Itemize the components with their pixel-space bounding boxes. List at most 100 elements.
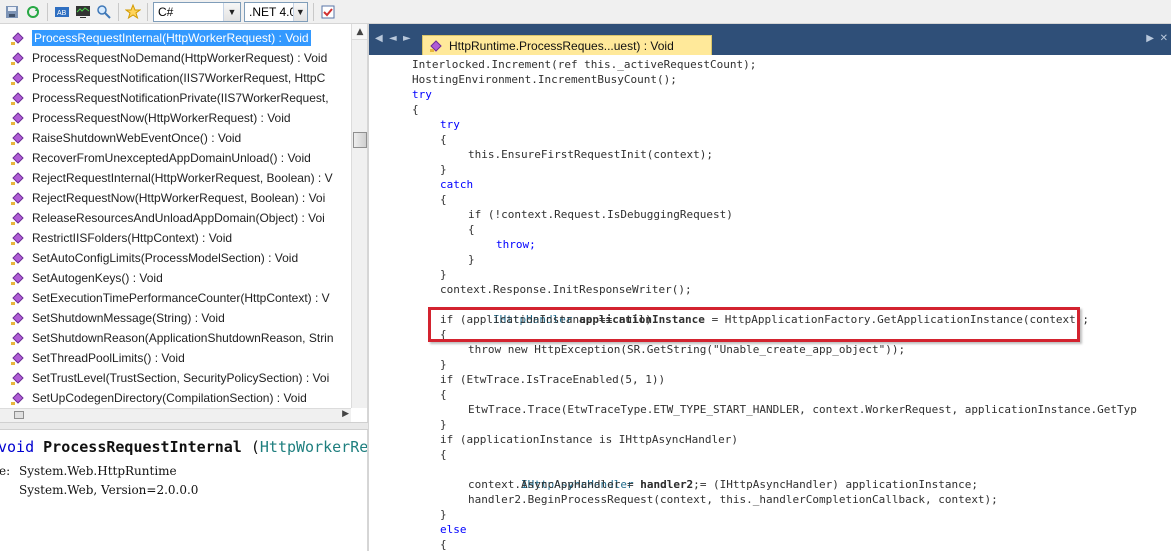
method-icon [11,192,24,205]
tree-item-label: RecoverFromUnexceptedAppDomainUnload() :… [32,151,311,165]
tree-item-label: RaiseShutdownWebEventOnce() : Void [32,131,242,145]
language-select-value: C# [158,4,174,19]
chevron-down-icon[interactable]: ▼ [223,2,240,21]
back-arrow-icon[interactable]: ◄ [389,33,397,44]
forward-arrow-icon[interactable]: ► [403,33,411,44]
member-tree-panel: ProcessRequestInternal(HttpWorkerRequest… [0,24,368,422]
code-line: { [440,538,447,551]
search-icon[interactable] [95,3,113,21]
tree-item[interactable]: ProcessRequestNotificationPrivate(IIS7Wo… [0,88,351,108]
tree-item[interactable]: SetThreadPoolLimits() : Void [0,348,351,368]
code-line: if (applicationInstance is IHttpAsyncHan… [440,433,739,446]
code-line: } [440,163,447,176]
code-line: throw; [496,238,536,251]
parameter-type: HttpWorkerRe [259,438,368,456]
tree-item-label: ProcessRequestNotificationPrivate(IIS7Wo… [32,91,329,105]
tree-item-label: ProcessRequestNotification(IIS7WorkerReq… [32,71,326,85]
tree-item[interactable]: ProcessRequestNoDemand(HttpWorkerRequest… [0,48,351,68]
scroll-thumb[interactable] [14,411,24,419]
tree-item-label: SetThreadPoolLimits() : Void [32,351,185,365]
member-detail-panel: void ProcessRequestInternal (HttpWorkerR… [0,430,368,551]
code-line: { [440,193,447,206]
method-signature: void ProcessRequestInternal (HttpWorkerR… [0,438,368,456]
method-icon [11,352,24,365]
framework-select[interactable]: .NET 4.0 ▼ [244,1,308,22]
tree-item[interactable]: ProcessRequestNow(HttpWorkerRequest) : V… [0,108,351,128]
code-line: { [440,133,447,146]
tree-item-process-request-internal[interactable]: ProcessRequestInternal(HttpWorkerRequest… [0,28,351,48]
code-line: } [440,358,447,371]
method-icon [11,52,24,65]
method-icon [11,232,24,245]
code-editor-pane: ◀ ◄ ► HttpRuntime.ProcessReques...uest) … [368,24,1171,551]
tree-item-label: ProcessRequestNow(HttpWorkerRequest) : V… [32,111,291,125]
code-line: else [440,523,467,536]
source-code-view[interactable]: Interlocked.Increment(ref this._activeRe… [369,55,1171,551]
declaring-type-label: e: [0,464,11,478]
tree-item[interactable]: SetExecutionTimePerformanceCounter(HttpC… [0,288,351,308]
assembly-value: System.Web, Version=2.0.0.0 [19,483,199,497]
tree-item-label: SetAutoConfigLimits(ProcessModelSection)… [32,251,299,265]
method-icon [11,252,24,265]
code-line: context.Response.InitResponseWriter(); [440,283,692,296]
tree-item-label: RestrictIISFolders(HttpContext) : Void [32,231,233,245]
tree-item[interactable]: ProcessRequestNotification(IIS7WorkerReq… [0,68,351,88]
tree-item[interactable]: RestrictIISFolders(HttpContext) : Void [0,228,351,248]
tree-item[interactable]: SetTrustLevel(TrustSection, SecurityPoli… [0,368,351,388]
method-icon [11,92,24,105]
tree-item[interactable]: ReleaseResourcesAndUnloadAppDomain(Objec… [0,208,351,228]
tree-item[interactable]: SetShutdownReason(ApplicationShutdownRea… [0,328,351,348]
tree-item[interactable]: SetAutoConfigLimits(ProcessModelSection)… [0,248,351,268]
code-line: } [468,253,475,266]
tree-item-label: ProcessRequestInternal(HttpWorkerRequest… [32,30,311,46]
tree-item-label: RejectRequestNow(HttpWorkerRequest, Bool… [32,191,326,205]
toolbar-separator [47,2,48,21]
tree-item[interactable]: RejectRequestInternal(HttpWorkerRequest,… [0,168,351,188]
tree-item[interactable]: RecoverFromUnexceptedAppDomainUnload() :… [0,148,351,168]
chevron-down-icon[interactable]: ▼ [292,2,307,21]
tree-item-label: ProcessRequestNoDemand(HttpWorkerRequest… [32,51,328,65]
close-icon[interactable]: ✕ [1160,33,1168,44]
method-icon [430,39,442,52]
ab-icon[interactable]: AB [53,3,71,21]
tree-item[interactable]: SetShutdownMessage(String) : Void [0,308,351,328]
save-icon[interactable] [3,3,21,21]
tree-horizontal-scrollbar[interactable]: ▶ [0,408,351,422]
refresh-icon[interactable] [24,3,42,21]
tree-item-label: SetTrustLevel(TrustSection, SecurityPoli… [32,371,330,385]
back-nav-icon[interactable]: ◀ [375,33,383,44]
reflector-window: AB C# ▼ .NET 4.0 ▼ ProcessRequestInterna… [0,0,1171,551]
tab-scroll-right-icon[interactable]: ▶ [1146,33,1154,44]
tree-item-label: SetUpCodegenDirectory(CompilationSection… [32,391,307,405]
tree-item-label: SetShutdownReason(ApplicationShutdownRea… [32,331,334,345]
checklist-icon[interactable] [319,3,337,21]
signature-open-paren: ( [250,438,260,456]
tree-item[interactable]: SetUpCodegenDirectory(CompilationSection… [0,388,351,408]
method-icon [11,272,24,285]
left-panel-splitter[interactable] [0,422,368,430]
tab-http-runtime-process-request[interactable]: HttpRuntime.ProcessReques...uest) : Void [422,35,712,55]
chevron-right-icon[interactable]: ▶ [342,409,349,419]
tree-item[interactable]: RaiseShutdownWebEventOnce() : Void [0,128,351,148]
code-line: try [412,88,432,101]
code-line: HostingEnvironment.IncrementBusyCount(); [412,73,677,86]
favorite-star-icon[interactable] [124,3,142,21]
return-type-keyword: void [0,438,35,456]
scroll-up-icon[interactable]: ▲ [352,24,367,40]
toolbar-separator [313,2,314,21]
toolbar: AB C# ▼ .NET 4.0 ▼ [0,0,1171,24]
language-select[interactable]: C# ▼ [153,1,241,22]
code-line: catch [440,178,474,191]
tree-item-label: SetShutdownMessage(String) : Void [32,311,225,325]
code-line: Interlocked.Increment(ref this._activeRe… [412,58,757,71]
tree-item-label: SetExecutionTimePerformanceCounter(HttpC… [32,291,330,305]
code-line: if (applicationInstance == null) [440,313,652,326]
monitor-icon[interactable] [74,3,92,21]
code-line: IHttpAsyncHandler handler2 = (IHttpAsync… [520,478,978,491]
tree-item[interactable]: SetAutogenKeys() : Void [0,268,351,288]
tree-item[interactable]: RejectRequestNow(HttpWorkerRequest, Bool… [0,188,351,208]
code-line-application-instance: IHttpHandler applicationInstance = HttpA… [492,313,1090,326]
scroll-thumb[interactable] [353,132,367,148]
tree-vertical-scrollbar[interactable]: ▲ [351,24,367,408]
code-line: } [440,418,447,431]
